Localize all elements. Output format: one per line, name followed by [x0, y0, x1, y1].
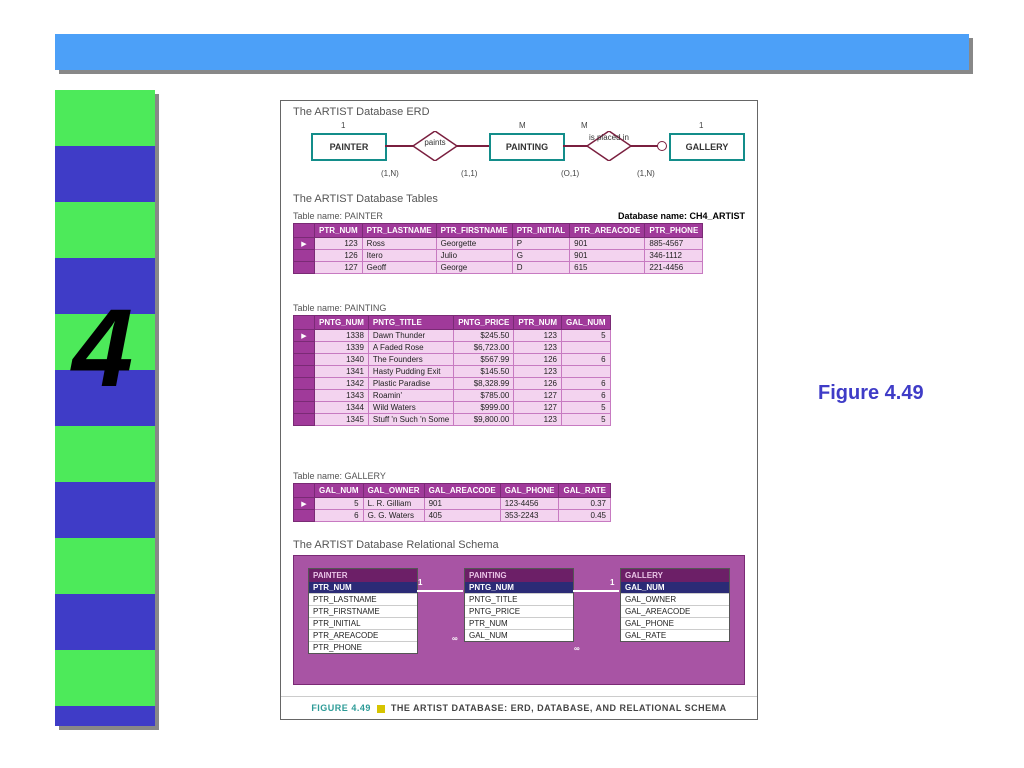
table-row: 6G. G. Waters405353-22430.45	[294, 510, 611, 522]
erd-entity-gallery: GALLERY	[669, 133, 745, 161]
table-row: 1343Roamin'$785.001276	[294, 390, 611, 402]
table-row: ▶123RossGeorgetteP901885-4567	[294, 238, 703, 250]
painting-table: PNTG_NUMPNTG_TITLEPNTG_PRICEPTR_NUMGAL_N…	[293, 315, 611, 426]
table-row: 1345Stuff 'n Such 'n Some$9,800.001235	[294, 414, 611, 426]
erd-entity-painter: PAINTER	[311, 133, 387, 161]
erd-title: The ARTIST Database ERD	[293, 106, 430, 118]
table-row: 127GeoffGeorgeD615221-4456	[294, 262, 703, 274]
table-row: 126IteroJulioG901346-1112	[294, 250, 703, 262]
erd-rel-paints: paints	[413, 131, 457, 161]
table-row: ▶5L. R. Gilliam901123-44560.37	[294, 498, 611, 510]
schema-painter: PAINTER PTR_NUM PTR_LASTNAMEPTR_FIRSTNAM…	[308, 568, 418, 654]
database-name: Database name: CH4_ARTIST	[618, 211, 745, 221]
gallery-table: GAL_NUMGAL_OWNERGAL_AREACODEGAL_PHONEGAL…	[293, 483, 611, 522]
schema-title: The ARTIST Database Relational Schema	[293, 539, 499, 551]
document-page: The ARTIST Database ERD PAINTER paints P…	[280, 100, 758, 720]
painter-table-section: Table name: PAINTER Database name: CH4_A…	[293, 211, 745, 274]
table-row: 1339A Faded Rose$6,723.00123	[294, 342, 611, 354]
table-row: 1340The Founders$567.991266	[294, 354, 611, 366]
gallery-table-section: Table name: GALLERY GAL_NUMGAL_OWNERGAL_…	[293, 471, 745, 522]
table-row: 1341Hasty Pudding Exit$145.50123	[294, 366, 611, 378]
erd-diagram: PAINTER paints PAINTING is placed in GAL…	[301, 121, 741, 187]
table-row: 1344Wild Waters$999.001275	[294, 402, 611, 414]
figure-caption: FIGURE 4.49THE ARTIST DATABASE: ERD, DAT…	[281, 696, 757, 719]
tables-title: The ARTIST Database Tables	[293, 193, 438, 205]
erd-weak-connector-icon	[657, 141, 667, 151]
chapter-number: 4	[72, 285, 127, 412]
schema-painting: PAINTING PNTG_NUM PNTG_TITLEPNTG_PRICEPT…	[464, 568, 574, 642]
figure-label: Figure 4.49	[818, 382, 924, 405]
erd-rel-placed: is placed in	[587, 131, 631, 161]
schema-area: PAINTER PTR_NUM PTR_LASTNAMEPTR_FIRSTNAM…	[293, 555, 745, 685]
table-row: 1342Plastic Paradise$8,328.991266	[294, 378, 611, 390]
top-bar	[55, 34, 969, 70]
painter-table: PTR_NUMPTR_LASTNAMEPTR_FIRSTNAMEPTR_INIT…	[293, 223, 703, 274]
schema-gallery: GALLERY GAL_NUM GAL_OWNERGAL_AREACODEGAL…	[620, 568, 730, 642]
painting-table-section: Table name: PAINTING PNTG_NUMPNTG_TITLEP…	[293, 303, 745, 426]
caption-marker-icon	[377, 705, 385, 713]
table-row: ▶1338Dawn Thunder$245.501235	[294, 330, 611, 342]
erd-entity-painting: PAINTING	[489, 133, 565, 161]
